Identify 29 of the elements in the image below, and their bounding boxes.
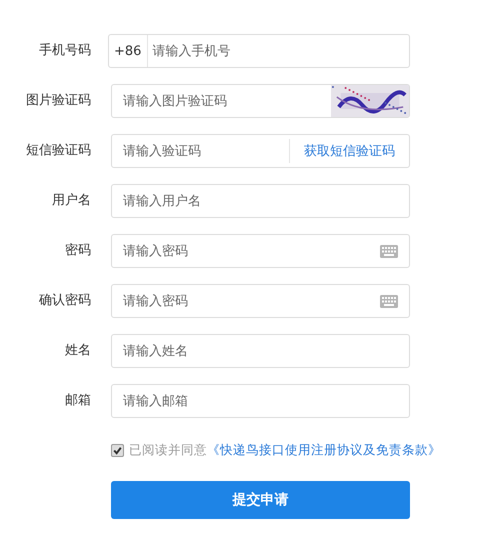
input-field[interactable]: 请输入验证码 (112, 135, 289, 167)
input-field[interactable]: 请输入密码 (112, 285, 380, 317)
keyboard-icon[interactable] (380, 294, 398, 308)
agree-text: 已阅读并同意 (129, 442, 207, 459)
input-field[interactable]: 请输入邮箱 (112, 385, 409, 417)
field-label: 短信验证码 (25, 142, 91, 159)
get-sms-code-button[interactable]: 获取短信验证码 (289, 139, 409, 163)
country-code: +86 (109, 35, 148, 67)
agree-checkbox[interactable] (111, 444, 124, 457)
input-field[interactable]: 请输入手机号 (148, 35, 409, 67)
keyboard-icon[interactable] (380, 244, 398, 258)
input-group[interactable]: 请输入密码 (111, 234, 410, 268)
input-group[interactable]: 请输入密码 (111, 284, 410, 318)
input-field[interactable]: 请输入密码 (112, 235, 380, 267)
input-group[interactable]: 请输入图片验证码 (111, 84, 410, 118)
field-label: 用户名 (51, 192, 91, 209)
field-label: 邮箱 (64, 392, 91, 409)
agreement-link[interactable]: 《快递鸟接口使用注册协议及免责条款》 (207, 442, 441, 459)
field-label: 密码 (64, 242, 91, 259)
input-group[interactable]: +86 请输入手机号 (108, 34, 410, 68)
field-label: 姓名 (64, 342, 91, 359)
submit-button[interactable]: 提交申请 (111, 481, 410, 519)
input-field[interactable]: 请输入图片验证码 (112, 85, 331, 117)
field-label: 手机号码 (38, 42, 91, 59)
input-field[interactable]: 请输入用户名 (112, 185, 409, 217)
input-field[interactable]: 请输入姓名 (112, 335, 409, 367)
field-label: 确认密码 (38, 292, 91, 309)
field-label: 图片验证码 (25, 92, 91, 109)
input-group[interactable]: 请输入验证码 获取短信验证码 (111, 134, 410, 168)
